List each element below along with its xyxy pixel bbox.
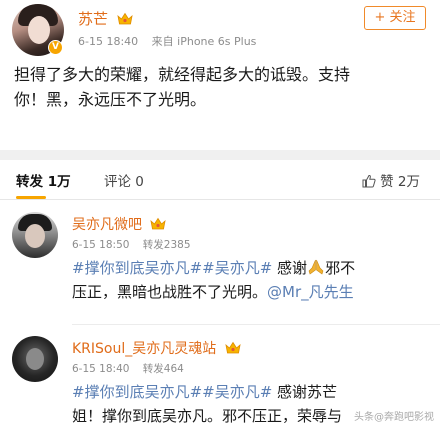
repost-text-segment: 感谢: [272, 259, 308, 277]
crown-icon: [117, 12, 133, 25]
repost-count: 转发2385: [142, 239, 191, 251]
crown-icon: [225, 341, 241, 354]
watermark: 头条@奔跑吧影视: [354, 412, 434, 423]
repost-time: 6-15 18:40: [72, 363, 130, 375]
repost-count: 转发464: [142, 363, 184, 375]
section-divider: [0, 150, 440, 160]
repost-author[interactable]: KRISoul_吴亦凡灵魂站: [72, 338, 241, 358]
repost-text-segment: 感谢苏芒: [272, 383, 338, 401]
tab-likes[interactable]: 赞 2万: [362, 170, 420, 190]
repost-text-segment: 邪不: [325, 259, 356, 277]
repost-text-segment: 压正，黑暗也战胜不了光明。: [72, 283, 268, 301]
repost-time: 6-15 18:50: [72, 239, 130, 251]
post-author-name[interactable]: 苏芒: [78, 10, 108, 28]
active-tab-indicator: [16, 196, 46, 199]
avatar[interactable]: [12, 336, 58, 382]
repost-author[interactable]: 吴亦凡微吧: [72, 214, 167, 234]
verified-badge-icon: V: [48, 40, 63, 55]
item-divider: [72, 324, 440, 325]
repost-item: 吴亦凡微吧 6-15 18:50 转发2385 #撑你到底吴亦凡##吴亦凡# 感…: [0, 212, 440, 312]
mention-link[interactable]: @Mr_凡先生: [267, 283, 354, 301]
tab-comments[interactable]: 评论 0: [104, 170, 144, 190]
hashtag-link[interactable]: #撑你到底吴亦凡#: [72, 259, 202, 277]
repost-text-segment: 姐！撑你到底吴亦凡。邪不压正，荣辱与: [72, 407, 343, 425]
praying-hands-icon: [308, 259, 324, 275]
post-text: 担得了多大的荣耀，就经得起多大的诋毁。支持 你！黑，永远压不了光明。: [14, 62, 428, 112]
tab-reposts[interactable]: 转发 1万: [16, 170, 71, 190]
repost-text: #撑你到底吴亦凡##吴亦凡# 感谢 邪不 压正，黑暗也战胜不了光明。@Mr_凡先…: [72, 256, 430, 304]
hashtag-link[interactable]: #吴亦凡#: [202, 383, 272, 401]
likes-label: 赞 2万: [380, 174, 420, 190]
repost-meta: 6-15 18:50 转发2385: [72, 237, 191, 252]
post-meta: 6-15 18:40 来自 iPhone 6s Plus: [78, 33, 256, 49]
post-text-line: 你！黑，永远压不了光明。: [14, 90, 207, 109]
repost-meta: 6-15 18:40 转发464: [72, 361, 184, 376]
post-author[interactable]: 苏芒: [78, 8, 133, 29]
interaction-tabs: 转发 1万 评论 0 赞 2万: [0, 160, 440, 200]
thumb-up-icon: [362, 174, 376, 188]
hashtag-link[interactable]: #吴亦凡#: [202, 259, 272, 277]
repost-author-name[interactable]: 吴亦凡微吧: [72, 217, 142, 233]
crown-icon: [150, 217, 167, 230]
post-time: 6-15 18:40: [78, 35, 139, 48]
repost-author-name[interactable]: KRISoul_吴亦凡灵魂站: [72, 341, 216, 357]
post-text-line: 担得了多大的荣耀，就经得起多大的诋毁。支持: [14, 65, 351, 84]
hashtag-link[interactable]: #撑你到底吴亦凡#: [72, 383, 202, 401]
follow-button[interactable]: + 关注: [364, 6, 426, 30]
weibo-post: V 苏芒 6-15 18:40 来自 iPhone 6s Plus + 关注 担…: [0, 0, 440, 109]
post-source: 来自 iPhone 6s Plus: [151, 35, 257, 48]
avatar[interactable]: [12, 212, 58, 258]
